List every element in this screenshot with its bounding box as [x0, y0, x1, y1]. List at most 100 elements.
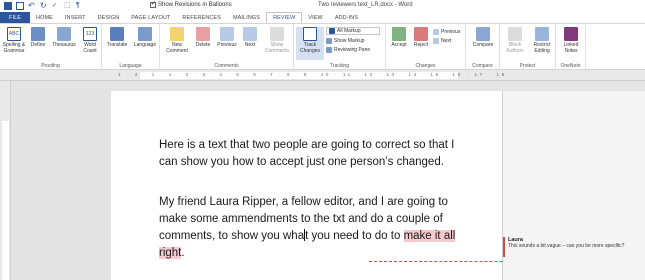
block-authors-label: Block Authors: [506, 42, 524, 54]
reviewing-pane-label: Reviewing Pane: [334, 47, 371, 53]
show-revisions-label: Show Revisions in Balloons: [158, 2, 232, 8]
language-label: Language: [133, 42, 157, 48]
redo-icon[interactable]: ↻: [40, 2, 48, 10]
thesaurus-label: Thesaurus: [52, 42, 76, 48]
word-logo-icon: [4, 2, 12, 10]
tab-page-layout[interactable]: PAGE LAYOUT: [125, 12, 176, 23]
previous-comment-button[interactable]: Previous: [215, 27, 239, 48]
tracking-group-label: Tracking: [330, 63, 349, 69]
previous-change-button[interactable]: Previous: [433, 28, 460, 36]
track-changes-label: Track Changes: [299, 42, 320, 54]
show-markup-label: Show Markup: [334, 38, 365, 44]
show-markup-button[interactable]: Show Markup: [326, 37, 365, 45]
previous-comment-label: Previous: [217, 42, 237, 48]
comments-group: New Comment Delete Previous Next Show Co…: [160, 24, 294, 70]
compare-button[interactable]: Compare: [469, 27, 497, 48]
restrict-editing-label: Restrict Editing: [533, 42, 551, 54]
next-comment-label: Next: [244, 42, 256, 48]
tab-home[interactable]: HOME: [30, 12, 59, 23]
next-change-label: Next: [441, 38, 452, 44]
tab-mailings[interactable]: MAILINGS: [227, 12, 266, 23]
compare-group-label: Compare: [472, 63, 493, 69]
track-changes-icon: [303, 27, 317, 41]
protect-group: Block Authors Restrict Editing Protect: [500, 24, 556, 70]
thesaurus-icon: [57, 27, 71, 41]
pilcrow-icon[interactable]: ¶: [76, 2, 84, 10]
proofing-group: ABC Spelling & Grammar Define Thesaurus …: [0, 24, 102, 70]
language-icon: [138, 27, 152, 41]
word-count-icon: 123: [83, 27, 97, 41]
undo-icon[interactable]: ↶: [28, 2, 36, 10]
comment-text[interactable]: This sounds a bit vague – can you be mor…: [508, 243, 645, 249]
next-change-icon: [433, 38, 439, 44]
quick-access-toolbar: ↶ ↻ ✓ ⬚ ¶: [4, 1, 88, 11]
show-comments-button[interactable]: Show Comments: [262, 27, 292, 54]
tab-references[interactable]: REFERENCES: [176, 12, 227, 23]
word-count-button[interactable]: 123 Word Count: [80, 27, 100, 54]
block-authors-button[interactable]: Block Authors: [502, 27, 528, 54]
reject-icon: [414, 27, 428, 41]
reject-button[interactable]: Reject: [411, 27, 431, 48]
document-page[interactable]: Here is a text that two people are going…: [111, 91, 603, 280]
translate-label: Translate: [106, 42, 128, 48]
proofing-group-label: Proofing: [41, 63, 60, 69]
paragraph-1[interactable]: Here is a text that two people are going…: [159, 137, 469, 171]
tab-insert[interactable]: INSERT: [59, 12, 92, 23]
vertical-ruler-text-area: [2, 121, 9, 280]
comments-group-label: Comments: [214, 63, 239, 69]
word-count-label: Word Count: [83, 42, 97, 54]
tab-view[interactable]: VIEW: [302, 12, 328, 23]
tab-review[interactable]: REVIEW: [266, 12, 303, 23]
markup-icon: [329, 28, 335, 34]
language-button[interactable]: Language: [132, 27, 158, 48]
translate-button[interactable]: Translate: [104, 27, 130, 48]
reviewing-pane-button[interactable]: Reviewing Pane: [326, 46, 370, 54]
accept-icon: [392, 27, 406, 41]
paragraph-2-text-c: .: [181, 247, 185, 259]
restrict-editing-button[interactable]: Restrict Editing: [529, 27, 555, 54]
onenote-group-label: OneNote: [560, 63, 581, 69]
linked-notes-button[interactable]: Linked Notes: [558, 27, 584, 54]
show-comments-icon: [270, 27, 284, 41]
next-change-button[interactable]: Next: [433, 37, 451, 45]
protect-group-label: Protect: [519, 63, 536, 69]
delete-comment-button[interactable]: Delete: [192, 27, 214, 48]
tab-add-ins[interactable]: ADD-INS: [329, 12, 364, 23]
reject-label: Reject: [413, 42, 429, 48]
linked-notes-label: Linked Notes: [563, 42, 579, 54]
ribbon-tabs: FILE HOME INSERT DESIGN PAGE LAYOUT REFERENCE…: [0, 12, 645, 23]
show-markup-icon: [326, 38, 332, 44]
paragraph-2-text-b: t you need to do to: [305, 230, 404, 242]
accept-label: Accept: [391, 42, 407, 48]
tab-design[interactable]: DESIGN: [92, 12, 126, 23]
next-comment-button[interactable]: Next: [241, 27, 259, 48]
compare-label: Compare: [472, 42, 494, 48]
new-comment-label: New Comment: [166, 42, 188, 54]
vertical-ruler[interactable]: [0, 81, 11, 280]
new-comment-button[interactable]: New Comment: [164, 27, 190, 54]
language-group-label: Language: [119, 63, 142, 69]
define-icon: [31, 27, 45, 41]
paragraph-2[interactable]: My friend Laura Ripper, a fellow editor,…: [159, 194, 469, 262]
define-button[interactable]: Define: [28, 27, 48, 48]
accept-button[interactable]: Accept: [388, 27, 410, 48]
show-revisions-checkbox[interactable]: Show Revisions in Balloons: [150, 0, 232, 8]
onenote-icon: [564, 27, 578, 41]
document-canvas: Here is a text that two people are going…: [11, 81, 645, 280]
select-icon[interactable]: ⬚: [64, 2, 72, 10]
spelling-grammar-button[interactable]: ABC Spelling & Grammar: [2, 27, 26, 54]
comment-balloon[interactable]: Laura This sounds a bit vague – can you …: [503, 237, 645, 257]
changes-group: Accept Reject Previous Next Changes: [386, 24, 466, 70]
spelling-label: Spelling & Grammar: [2, 42, 26, 54]
thesaurus-button[interactable]: Thesaurus: [51, 27, 77, 48]
spelling-icon[interactable]: ✓: [52, 2, 60, 10]
define-label: Define: [30, 42, 46, 48]
markup-select[interactable]: All Markup: [326, 27, 380, 35]
language-group: Translate Language Language: [102, 24, 160, 70]
horizontal-ruler[interactable]: 1 · 2 · 1 · 1 · 2 · 3 · 4 · 5 · 6 · 7 · …: [0, 70, 645, 81]
ribbon-review: ABC Spelling & Grammar Define Thesaurus …: [0, 23, 645, 70]
save-icon[interactable]: [16, 2, 24, 10]
spelling-icon: ABC: [7, 27, 21, 41]
track-changes-button[interactable]: Track Changes: [296, 27, 324, 60]
tab-file[interactable]: FILE: [0, 12, 30, 23]
